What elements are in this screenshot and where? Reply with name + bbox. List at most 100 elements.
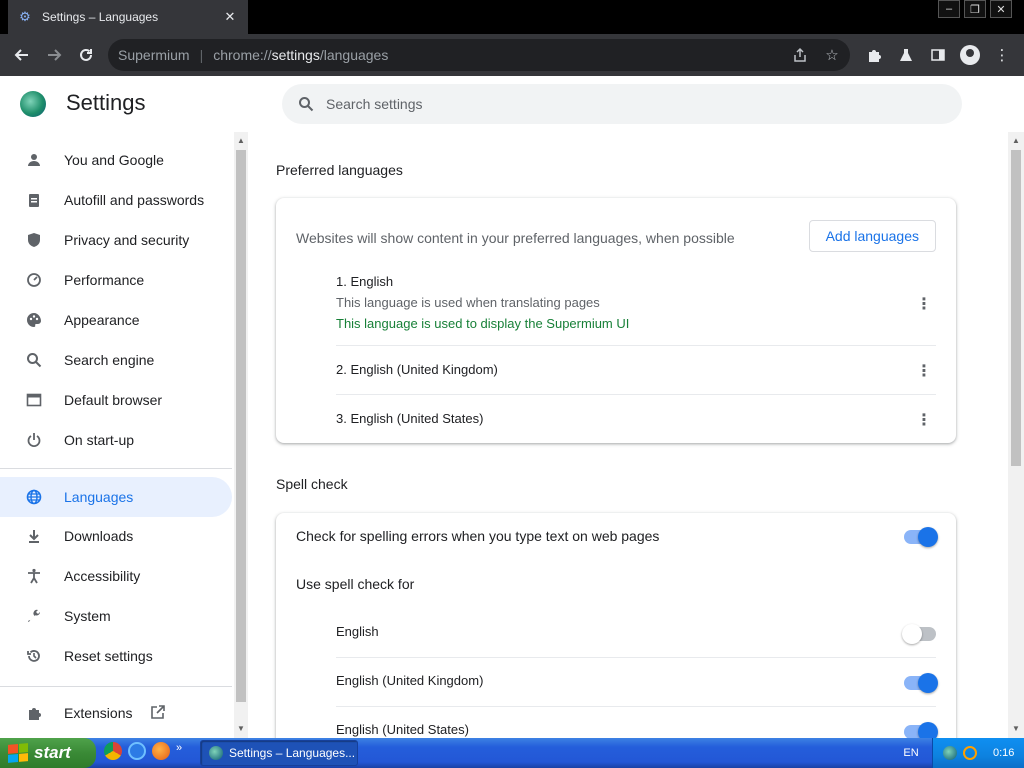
spell-check-heading: Spell check bbox=[276, 476, 348, 492]
reload-button[interactable] bbox=[70, 39, 102, 71]
sidebar-item-system[interactable]: System bbox=[0, 596, 232, 636]
windows-taskbar: start » Settings – Languages... EN 0:16 bbox=[0, 738, 1024, 768]
menu-kebab-icon[interactable]: ⋮ bbox=[986, 39, 1018, 71]
sidebar-item-accessibility[interactable]: Accessibility bbox=[0, 556, 232, 596]
sidebar-scrollbar[interactable]: ▲ ▼ bbox=[234, 132, 248, 738]
address-bar[interactable]: Supermium | chrome://settings/languages … bbox=[108, 39, 850, 71]
row-separator bbox=[336, 657, 936, 658]
scroll-down-arrow-icon[interactable]: ▼ bbox=[237, 724, 245, 733]
browser-tab[interactable]: ⚙ Settings – Languages ✕ bbox=[8, 0, 248, 34]
spell-language-toggle[interactable] bbox=[904, 722, 938, 738]
search-bar[interactable] bbox=[282, 84, 962, 124]
sidebar-item-label: Search engine bbox=[64, 352, 155, 368]
sidebar-item-label: Accessibility bbox=[64, 568, 141, 584]
omnibox-actions: ☆ bbox=[788, 39, 844, 71]
quick-launch-more-icon[interactable]: » bbox=[176, 742, 188, 760]
shield-icon bbox=[24, 230, 44, 250]
chrome-icon[interactable] bbox=[104, 742, 122, 760]
use-spell-check-label: Use spell check for bbox=[296, 576, 415, 592]
sidebar-item-label: Default browser bbox=[64, 392, 163, 408]
spell-language-toggle[interactable] bbox=[902, 624, 936, 644]
internet-explorer-icon[interactable] bbox=[128, 742, 146, 760]
sidebar-item-performance[interactable]: Performance bbox=[0, 260, 232, 300]
scroll-up-arrow-icon[interactable]: ▲ bbox=[237, 136, 245, 145]
spell-language-name: English (United Kingdom) bbox=[336, 673, 484, 688]
language-indicator[interactable]: EN bbox=[896, 738, 926, 768]
scroll-up-arrow-icon[interactable]: ▲ bbox=[1012, 136, 1020, 145]
window-controls: ‒ ❐ ✕ bbox=[938, 0, 1012, 18]
share-icon[interactable] bbox=[788, 43, 812, 67]
search-icon bbox=[296, 94, 316, 114]
description-text: Websites will show content in your prefe… bbox=[296, 230, 735, 246]
sidebar-divider bbox=[0, 686, 232, 687]
sidebar-item-appearance[interactable]: Appearance bbox=[0, 300, 232, 340]
spell-check-card: Check for spelling errors when you type … bbox=[276, 513, 956, 738]
spell-language-name: English (United States) bbox=[336, 722, 469, 737]
side-panel-icon[interactable] bbox=[922, 39, 954, 71]
more-actions-icon[interactable]: ⋮ bbox=[912, 408, 936, 432]
sidebar-item-languages[interactable]: Languages bbox=[0, 477, 232, 517]
download-icon bbox=[24, 526, 44, 546]
settings-header: Settings bbox=[0, 76, 1024, 132]
quick-launch: » bbox=[104, 742, 188, 760]
row-separator bbox=[336, 706, 936, 707]
spell-language-toggle[interactable] bbox=[904, 673, 938, 693]
profile-avatar-icon[interactable] bbox=[954, 39, 986, 71]
spell-language-item: English bbox=[336, 624, 936, 639]
tab-close-icon[interactable]: ✕ bbox=[222, 9, 238, 25]
sidebar-item-label: Privacy and security bbox=[64, 232, 190, 248]
add-languages-button[interactable]: Add languages bbox=[808, 220, 936, 252]
sidebar-item-autofill[interactable]: Autofill and passwords bbox=[0, 180, 232, 220]
more-actions-icon[interactable]: ⋮ bbox=[912, 359, 936, 383]
tab-strip: ⚙ Settings – Languages ✕ ‒ ❐ ✕ bbox=[0, 0, 1024, 34]
history-icon bbox=[24, 646, 44, 666]
network-tray-icon[interactable] bbox=[943, 746, 957, 760]
speedometer-icon bbox=[24, 270, 44, 290]
back-button[interactable] bbox=[6, 39, 38, 71]
browser-icon bbox=[24, 390, 44, 410]
language-translate-note: This language is used when translating p… bbox=[336, 295, 600, 310]
search-input[interactable] bbox=[326, 96, 826, 112]
main-scroll-thumb[interactable] bbox=[1011, 150, 1021, 466]
restore-button[interactable]: ❐ bbox=[964, 0, 986, 18]
more-actions-icon[interactable]: ⋮ bbox=[912, 292, 936, 316]
bookmark-star-icon[interactable]: ☆ bbox=[820, 43, 844, 67]
page-title: Settings bbox=[66, 90, 146, 115]
start-label: start bbox=[34, 743, 71, 762]
sidebar-item-search-engine[interactable]: Search engine bbox=[0, 340, 232, 380]
search-icon bbox=[24, 350, 44, 370]
sidebar-item-downloads[interactable]: Downloads bbox=[0, 516, 232, 556]
sidebar-item-privacy[interactable]: Privacy and security bbox=[0, 220, 232, 260]
scroll-down-arrow-icon[interactable]: ▼ bbox=[1012, 724, 1020, 733]
forward-button[interactable] bbox=[38, 39, 70, 71]
spell-language-item: English (United States) bbox=[336, 722, 936, 737]
sidebar-item-you-and-google[interactable]: You and Google bbox=[0, 140, 232, 180]
sidebar-item-reset-settings[interactable]: Reset settings bbox=[0, 636, 232, 676]
taskbar-window-button[interactable]: Settings – Languages... bbox=[200, 740, 358, 766]
sidebar-item-extensions[interactable]: Extensions bbox=[0, 693, 232, 733]
sidebar-scroll-thumb[interactable] bbox=[236, 150, 246, 702]
sidebar-item-on-startup[interactable]: On start-up bbox=[0, 420, 232, 460]
windows-logo-icon bbox=[8, 743, 28, 763]
puzzle-icon bbox=[24, 703, 44, 723]
extensions-puzzle-icon[interactable] bbox=[858, 39, 890, 71]
omnibox-separator: | bbox=[199, 47, 204, 63]
start-button[interactable]: start bbox=[0, 738, 96, 768]
search-tray-icon[interactable] bbox=[963, 746, 977, 760]
spell-check-toggle[interactable] bbox=[904, 527, 938, 547]
firefox-icon[interactable] bbox=[152, 742, 170, 760]
sidebar-item-default-browser[interactable]: Default browser bbox=[0, 380, 232, 420]
language-item: 2. English (United Kingdom) bbox=[336, 362, 936, 377]
preferred-languages-card: Websites will show content in your prefe… bbox=[276, 198, 956, 443]
back-arrow-icon bbox=[14, 49, 28, 61]
minimize-button[interactable]: ‒ bbox=[938, 0, 960, 18]
clipboard-icon bbox=[24, 190, 44, 210]
language-name: 2. English (United Kingdom) bbox=[336, 362, 498, 377]
use-spell-check-row: Use spell check for bbox=[296, 576, 936, 592]
labs-flask-icon[interactable] bbox=[890, 39, 922, 71]
settings-sidebar: You and Google Autofill and passwords Pr… bbox=[0, 132, 234, 738]
spell-check-toggle-row: Check for spelling errors when you type … bbox=[296, 528, 936, 544]
main-scrollbar[interactable]: ▲ ▼ bbox=[1008, 132, 1024, 738]
sidebar-item-label: Extensions bbox=[64, 705, 133, 721]
close-window-button[interactable]: ✕ bbox=[990, 0, 1012, 18]
